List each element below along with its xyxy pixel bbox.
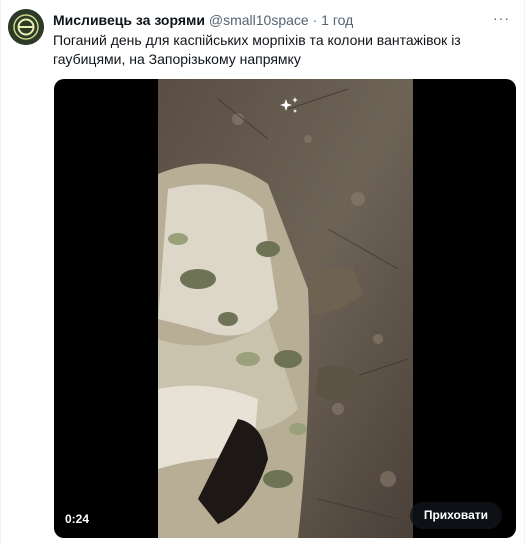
tweet: Мисливець за зорями @small10space · 1 го… <box>0 0 525 544</box>
video-frame <box>158 79 413 538</box>
user-handle[interactable]: @small10space <box>209 12 309 28</box>
tweet-header: Мисливець за зорями @small10space · 1 го… <box>53 12 353 28</box>
display-name[interactable]: Мисливець за зорями <box>53 12 205 28</box>
tweet-text: Поганий день для каспійських морпіхів та… <box>53 32 461 67</box>
hide-button[interactable]: Приховати <box>409 502 502 529</box>
separator-dot: · <box>312 12 318 28</box>
avatar[interactable] <box>8 9 44 45</box>
video-duration: 0:24 <box>65 512 90 526</box>
brand-logo-avatar-icon <box>8 9 44 45</box>
video-player[interactable]: 0:24 Приховати <box>54 79 516 538</box>
more-options-icon[interactable]: ··· <box>493 10 510 26</box>
timestamp[interactable]: 1 год <box>321 12 353 28</box>
